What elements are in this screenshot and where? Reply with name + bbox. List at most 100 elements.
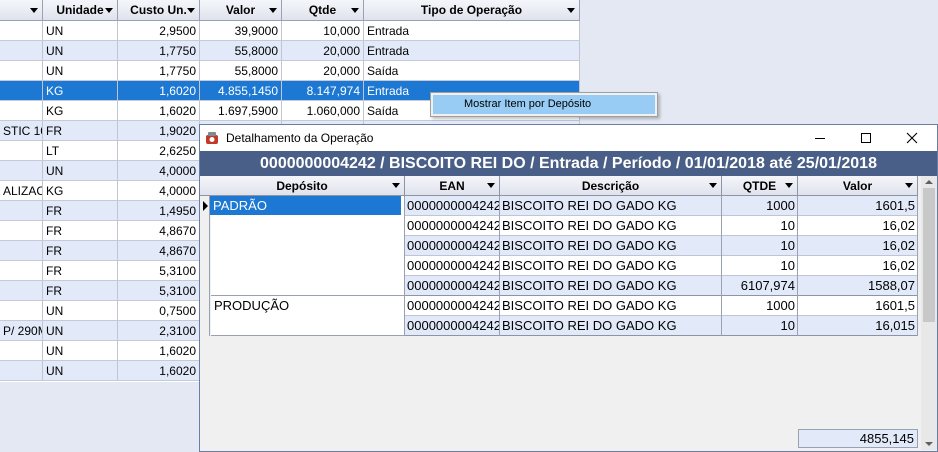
table-cell: 1000: [722, 296, 798, 316]
chevron-down-icon[interactable]: [30, 8, 38, 13]
table-cell: [0, 81, 43, 100]
header-valor[interactable]: Valor: [798, 176, 918, 196]
table-cell: 0000000004242: [405, 196, 500, 216]
deposit-cell[interactable]: PRODUÇÃO: [211, 296, 405, 336]
chevron-down-icon[interactable]: [187, 8, 195, 13]
table-cell: 2,6250: [118, 141, 200, 160]
table-cell: [0, 361, 43, 380]
table-cell: 10: [722, 316, 798, 336]
table-cell: 2,9500: [118, 21, 200, 40]
table-cell: [0, 281, 43, 300]
menu-item-show-by-deposit[interactable]: Mostrar Item por Depósito: [433, 95, 655, 114]
table-cell: KG: [43, 101, 118, 120]
table-cell: [0, 41, 43, 60]
chevron-down-icon[interactable]: [567, 8, 575, 13]
table-row[interactable]: 0000000004242 BISCOITO REI DO GADO KG 10 16…: [405, 316, 918, 336]
header-ean[interactable]: EAN: [405, 176, 500, 196]
table-row[interactable]: 0000000004242 BISCOITO REI DO GADO KG 6107…: [405, 276, 918, 296]
table-row[interactable]: UN 2,9500 39,9000 10,000 Entrada: [0, 21, 580, 41]
table-row[interactable]: 0000000004242 BISCOITO REI DO GADO KG 1000…: [405, 196, 918, 216]
table-cell: 0000000004242: [405, 256, 500, 276]
table-cell: 2,3100: [118, 321, 200, 340]
table-cell: 1.697,5900: [200, 101, 282, 120]
chevron-down-icon[interactable]: [351, 8, 359, 13]
table-cell: UN: [43, 341, 118, 360]
table-cell: 1,6020: [118, 81, 200, 100]
table-cell: BISCOITO REI DO GADO KG: [500, 256, 722, 276]
minimize-button[interactable]: [797, 125, 843, 151]
chevron-down-icon[interactable]: [105, 8, 113, 13]
table-row[interactable]: 0000000004242 BISCOITO REI DO GADO KG 10 16…: [405, 236, 918, 256]
table-cell: 16,02: [798, 236, 918, 256]
table-cell: UN: [43, 161, 118, 180]
table-cell: 55,8000: [200, 61, 282, 80]
header-descricao[interactable]: Descrição: [500, 176, 722, 196]
maximize-button[interactable]: [843, 125, 889, 151]
table-cell: 4.855,1450: [200, 81, 282, 100]
table-cell: FR: [43, 281, 118, 300]
title-bar[interactable]: Detalhamento da Operação: [200, 125, 937, 151]
table-cell: 20,000: [282, 61, 364, 80]
table-cell: 16,02: [798, 216, 918, 236]
vertical-scrollbar[interactable]: [921, 176, 937, 450]
table-cell: P/ 290M: [0, 321, 43, 340]
deposit-grid: Depósito EAN Descrição QTDE Valor PADRÃO…: [200, 176, 922, 426]
header-deposito[interactable]: Depósito: [200, 176, 405, 196]
header-tipo-operacao[interactable]: Tipo de Operação: [364, 0, 580, 20]
table-cell: Entrada: [364, 21, 580, 40]
table-cell: 6107,974: [722, 276, 798, 296]
chevron-down-icon[interactable]: [905, 183, 913, 188]
chevron-down-icon[interactable]: [392, 183, 400, 188]
header-description[interactable]: [0, 0, 43, 20]
deposit-grid-body: PADRÃO 0000000004242 BISCOITO REI DO GADO …: [200, 196, 918, 336]
context-menu: Mostrar Item por Depósito: [430, 92, 658, 117]
table-row[interactable]: 0000000004242 BISCOITO REI DO GADO KG 10 16…: [405, 216, 918, 236]
table-cell: UN: [43, 41, 118, 60]
header-qtde[interactable]: QTDE: [722, 176, 798, 196]
table-cell: 4,0000: [118, 181, 200, 200]
table-cell: 16,02: [798, 256, 918, 276]
table-cell: 4,8670: [118, 221, 200, 240]
table-cell: 1,7750: [118, 61, 200, 80]
table-cell: 1,6020: [118, 361, 200, 380]
table-row[interactable]: UN 1,7750 55,8000 20,000 Entrada: [0, 41, 580, 61]
header-unidade[interactable]: Unidade: [43, 0, 118, 20]
header-custo-un[interactable]: Custo Un.: [118, 0, 200, 20]
scroll-thumb[interactable]: [923, 188, 935, 322]
table-cell: BISCOITO REI DO GADO KG: [500, 276, 722, 296]
table-cell: [0, 221, 43, 240]
chevron-down-icon[interactable]: [709, 183, 717, 188]
total-value: 4855,145: [798, 429, 918, 448]
table-cell: 4,0000: [118, 161, 200, 180]
table-cell: [0, 201, 43, 220]
table-cell: 10: [722, 216, 798, 236]
chevron-down-icon[interactable]: [269, 8, 277, 13]
table-row[interactable]: UN 1,7750 55,8000 20,000 Saída: [0, 61, 580, 81]
table-cell: 1000: [722, 196, 798, 216]
close-button[interactable]: [889, 125, 935, 151]
table-cell: Saída: [364, 61, 580, 80]
table-cell: 5,3100: [118, 281, 200, 300]
table-cell: 0000000004242: [405, 236, 500, 256]
operation-detail-window: Detalhamento da Operação 0000000004242 /…: [199, 124, 938, 452]
scroll-down-icon[interactable]: [925, 442, 933, 446]
deposit-cell[interactable]: PADRÃO: [210, 196, 405, 296]
table-row[interactable]: 0000000004242 BISCOITO REI DO GADO KG 10 16…: [405, 256, 918, 276]
table-row[interactable]: 0000000004242 BISCOITO REI DO GADO KG 1000…: [405, 296, 918, 316]
table-cell: [0, 301, 43, 320]
scroll-up-icon[interactable]: [925, 180, 933, 184]
table-cell: UN: [43, 301, 118, 320]
deposit-grid-header: Depósito EAN Descrição QTDE Valor: [200, 176, 918, 196]
table-cell: BISCOITO REI DO GADO KG: [500, 236, 722, 256]
table-cell: Entrada: [364, 41, 580, 60]
chevron-down-icon[interactable]: [785, 183, 793, 188]
header-qtde[interactable]: Qtde: [282, 0, 364, 20]
table-cell: 4,8670: [118, 241, 200, 260]
deposit-label: PADRÃO: [210, 196, 401, 215]
table-cell: [0, 101, 43, 120]
chevron-down-icon[interactable]: [487, 183, 495, 188]
table-cell: 8.147,974: [282, 81, 364, 100]
table-cell: 1.060,000: [282, 101, 364, 120]
deposit-label: PRODUÇÃO: [214, 298, 290, 313]
header-valor[interactable]: Valor: [200, 0, 282, 20]
